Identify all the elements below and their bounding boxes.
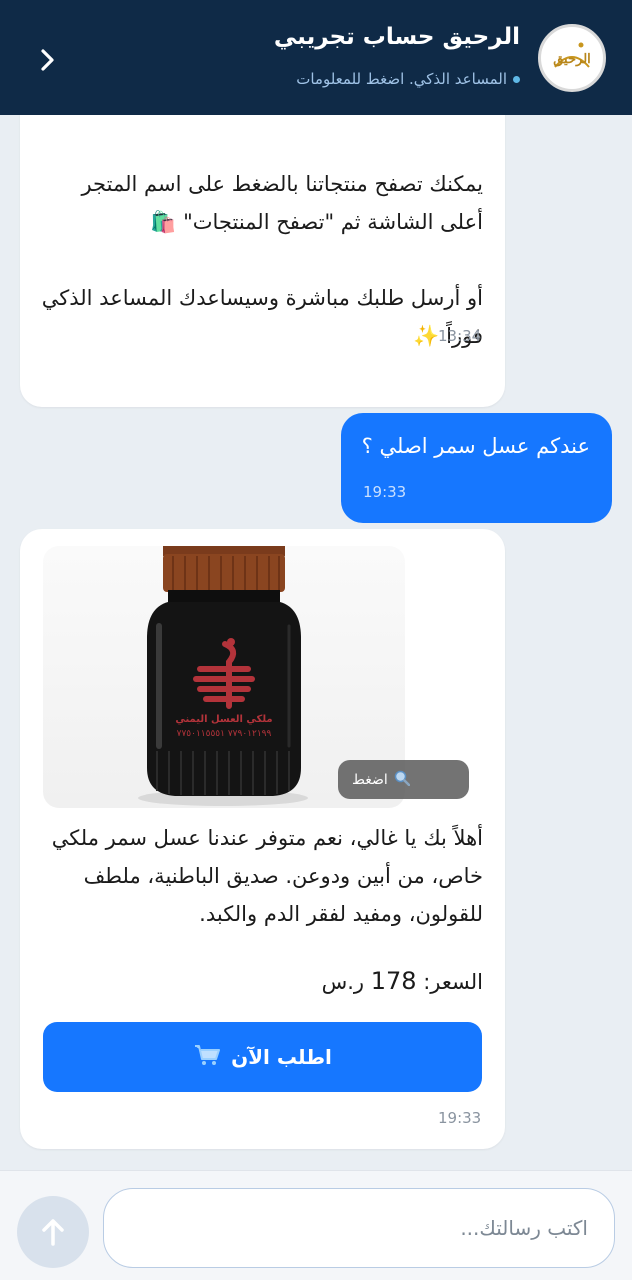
product-message-bubble: ملكي العسل اليمني ٧٧٩٠١٢١٩٩ ٧٧٥٠١١٥٥٥١ ا…: [20, 529, 505, 1149]
chat-header[interactable]: الرحيق الرحيق حساب تجريبي المساعد الذكي.…: [0, 0, 632, 115]
message-text: عندكم عسل سمر اصلي ؟: [361, 434, 590, 458]
shopping-cart-icon: [193, 1043, 221, 1072]
product-price: السعر: 178 ر.س: [322, 967, 483, 995]
online-dot-icon: [513, 75, 520, 83]
product-description: أهلاً بك يا غالي، نعم متوفر عندنا عسل سم…: [51, 826, 483, 926]
assistant-status-text: المساعد الذكي. اضغط للمعلومات: [296, 70, 507, 88]
store-avatar[interactable]: الرحيق: [538, 24, 606, 92]
message-bubble-incoming: يمكنك تصفح منتجاتنا بالضغط على اسم المتج…: [20, 115, 505, 407]
message-list[interactable]: يمكنك تصفح منتجاتنا بالضغط على اسم المتج…: [0, 115, 632, 1170]
store-logo-icon: الرحيق: [542, 28, 602, 88]
search-icon: [394, 770, 411, 790]
back-button[interactable]: [30, 40, 66, 80]
composer-bar: [0, 1170, 632, 1280]
chevron-right-icon: [41, 49, 54, 71]
zoom-button[interactable]: اضغط: [338, 760, 469, 799]
order-now-button[interactable]: اطلب الآن: [43, 1022, 482, 1092]
zoom-label: اضغط: [352, 771, 388, 788]
svg-text:ملكي العسل اليمني: ملكي العسل اليمني: [175, 714, 272, 725]
message-time: 19:33: [438, 1109, 482, 1127]
message-time: 13:34: [438, 327, 482, 345]
message-input[interactable]: [103, 1188, 615, 1268]
svg-text:الرحيق: الرحيق: [553, 52, 591, 67]
price-value: 178: [370, 967, 417, 995]
send-button[interactable]: [17, 1196, 89, 1268]
svg-text:٧٧٩٠١٢١٩٩ ٧٧٥٠١١٥٥٥١: ٧٧٩٠١٢١٩٩ ٧٧٥٠١١٥٥٥١: [177, 729, 272, 739]
arrow-up-icon: [42, 1219, 64, 1246]
message-time: 19:33: [363, 483, 407, 501]
message-bubble-outgoing: عندكم عسل سمر اصلي ؟ 19:33: [341, 413, 612, 523]
assistant-status[interactable]: المساعد الذكي. اضغط للمعلومات: [296, 70, 520, 88]
store-name[interactable]: الرحيق حساب تجريبي: [274, 24, 520, 50]
price-label: السعر:: [423, 970, 483, 994]
price-currency: ر.س: [321, 970, 365, 994]
message-text: يمكنك تصفح منتجاتنا بالضغط على اسم المتج…: [41, 172, 483, 348]
order-button-label: اطلب الآن: [231, 1045, 332, 1069]
